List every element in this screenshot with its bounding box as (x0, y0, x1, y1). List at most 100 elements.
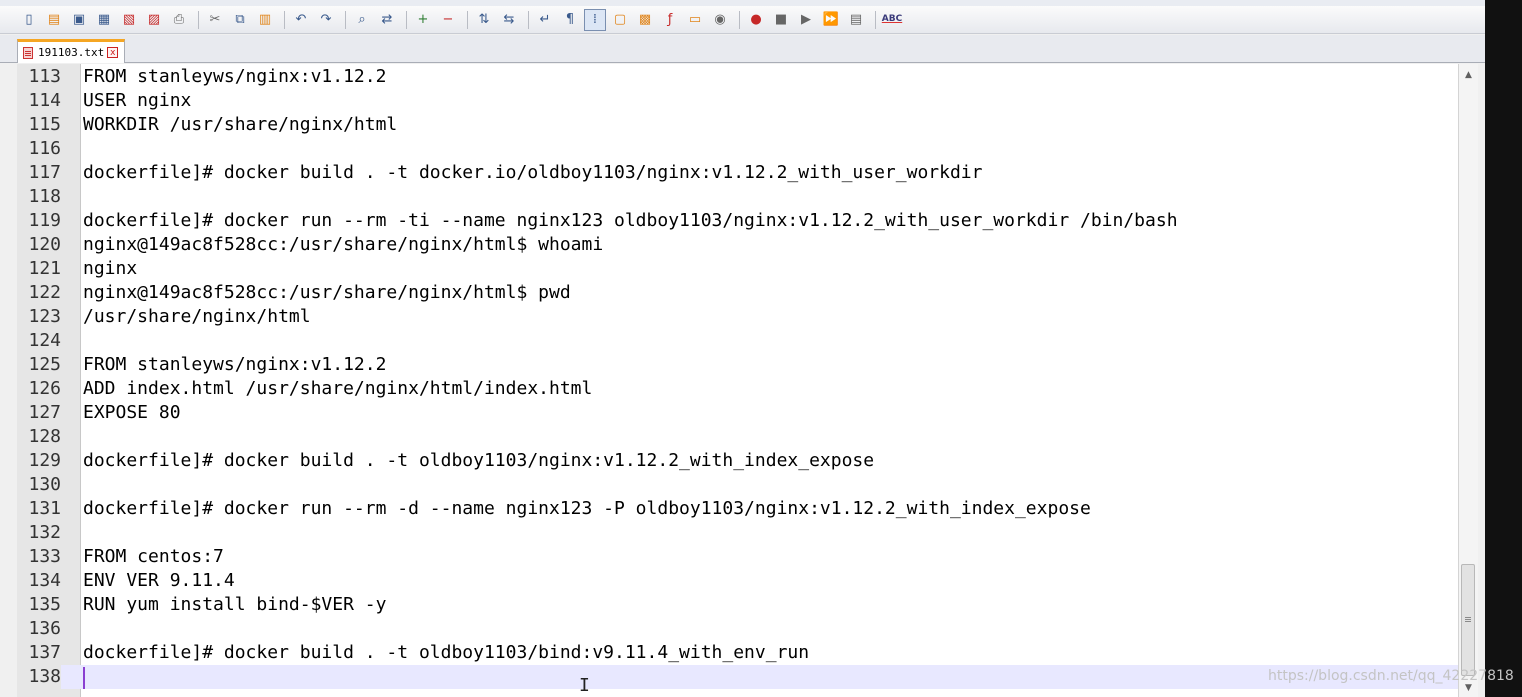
line-number: 116 (17, 137, 61, 161)
doc-map-icon[interactable]: ▩ (634, 9, 656, 31)
editor-line[interactable]: 132 (17, 521, 1458, 545)
line-text: dockerfile]# docker run --rm -d --name n… (83, 498, 1091, 519)
zoom-out-icon[interactable]: − (437, 9, 459, 31)
line-text: /usr/share/nginx/html (83, 306, 311, 327)
print-icon[interactable]: ⎙ (168, 9, 190, 31)
line-number: 125 (17, 353, 61, 377)
mouse-ibeam-cursor-icon: I (579, 675, 590, 696)
spell-check-icon[interactable]: ABC (881, 9, 903, 31)
line-text: USER nginx (83, 90, 192, 111)
line-text: RUN yum install bind-$VER -y (83, 594, 387, 615)
tab-close-icon[interactable]: x (107, 47, 119, 58)
editor-line[interactable]: 135 RUN yum install bind-$VER -y (17, 593, 1458, 617)
save-icon[interactable]: ▣ (68, 9, 90, 31)
editor-line[interactable]: 113 FROM stanleyws/nginx:v1.12.2 (17, 65, 1458, 89)
editor-line[interactable]: 114 USER nginx (17, 89, 1458, 113)
line-number: 132 (17, 521, 61, 545)
word-wrap-icon[interactable]: ↵ (534, 9, 556, 31)
line-number: 122 (17, 281, 61, 305)
line-number: 127 (17, 401, 61, 425)
editor-line[interactable]: 134 ENV VER 9.11.4 (17, 569, 1458, 593)
sync-horizontal-icon[interactable]: ⇆ (498, 9, 520, 31)
editor-line[interactable]: 138 (17, 665, 1458, 689)
play-macro-icon[interactable]: ▶ (795, 9, 817, 31)
replace-icon[interactable]: ⇄ (376, 9, 398, 31)
open-file-icon[interactable]: ▤ (43, 9, 65, 31)
editor-line[interactable]: 119 dockerfile]# docker run --rm -ti --na… (17, 209, 1458, 233)
line-number: 119 (17, 209, 61, 233)
save-all-icon[interactable]: ▦ (93, 9, 115, 31)
line-number: 131 (17, 497, 61, 521)
line-text: dockerfile]# docker build . -t oldboy110… (83, 642, 810, 663)
function-list-icon[interactable]: ƒ (659, 9, 681, 31)
editor-line[interactable]: 124 (17, 329, 1458, 353)
line-text: dockerfile]# docker run --rm -ti --name … (83, 210, 1178, 231)
editor-line[interactable]: 137 dockerfile]# docker build . -t oldboy… (17, 641, 1458, 665)
line-number: 134 (17, 569, 61, 593)
stop-macro-icon[interactable]: ■ (770, 9, 792, 31)
editor-line[interactable]: 118 (17, 185, 1458, 209)
editor-line[interactable]: 121 nginx (17, 257, 1458, 281)
editor-line[interactable]: 125 FROM stanleyws/nginx:v1.12.2 (17, 353, 1458, 377)
editor-line[interactable]: 133 FROM centos:7 (17, 545, 1458, 569)
close-all-icon[interactable]: ▨ (143, 9, 165, 31)
desktop-edge (1485, 0, 1522, 697)
line-text: nginx@149ac8f528cc:/usr/share/nginx/html… (83, 234, 604, 255)
new-file-icon[interactable]: ▯ (18, 9, 40, 31)
tab-191103-txt[interactable]: 191103.txt x (17, 39, 125, 63)
vertical-scrollbar[interactable]: ▲ ▼ (1458, 64, 1478, 697)
editor-line[interactable]: 126 ADD index.html /usr/share/nginx/html/… (17, 377, 1458, 401)
monitor-icon[interactable]: ◉ (709, 9, 731, 31)
record-macro-icon[interactable]: ● (745, 9, 767, 31)
line-number: 114 (17, 89, 61, 113)
text-caret (83, 667, 85, 689)
copy-icon[interactable]: ⧉ (229, 9, 251, 31)
indent-guide-icon[interactable]: ⁞ (584, 8, 606, 31)
editor-line[interactable]: 131 dockerfile]# docker run --rm -d --nam… (17, 497, 1458, 521)
scrollbar-grip-icon (1465, 617, 1471, 618)
save-macro-icon[interactable]: ▤ (845, 9, 867, 31)
tab-bar: 191103.txt x (0, 35, 1485, 63)
unsaved-file-icon (23, 46, 33, 59)
text-editor[interactable]: 113 FROM stanleyws/nginx:v1.12.2 114 USER n… (17, 64, 1458, 697)
line-number: 129 (17, 449, 61, 473)
line-text: nginx@149ac8f528cc:/usr/share/nginx/html… (83, 282, 571, 303)
cut-icon[interactable]: ✂ (204, 9, 226, 31)
redo-icon[interactable]: ↷ (315, 9, 337, 31)
toolbar-separator (875, 10, 876, 29)
line-text: nginx (83, 258, 138, 279)
find-icon[interactable]: ⌕ (351, 9, 373, 31)
paste-icon[interactable]: ▥ (254, 9, 276, 31)
editor-line[interactable]: 117 dockerfile]# docker build . -t docker… (17, 161, 1458, 185)
editor-lines: 113 FROM stanleyws/nginx:v1.12.2 114 USER n… (17, 65, 1458, 689)
zoom-in-icon[interactable]: + (412, 9, 434, 31)
editor-line[interactable]: 129 dockerfile]# docker build . -t oldboy… (17, 449, 1458, 473)
udl-icon[interactable]: ▢ (609, 9, 631, 31)
editor-line[interactable]: 128 (17, 425, 1458, 449)
line-number: 130 (17, 473, 61, 497)
editor-line[interactable]: 127 EXPOSE 80 (17, 401, 1458, 425)
run-macro-multiple-icon[interactable]: ⏩ (820, 9, 842, 31)
editor-line[interactable]: 116 (17, 137, 1458, 161)
undo-icon[interactable]: ↶ (290, 9, 312, 31)
line-number: 123 (17, 305, 61, 329)
editor-line[interactable]: 130 (17, 473, 1458, 497)
line-text: ENV VER 9.11.4 (83, 570, 235, 591)
line-number: 137 (17, 641, 61, 665)
editor-line[interactable]: 123/usr/share/nginx/html (17, 305, 1458, 329)
editor-line[interactable]: 122 nginx@149ac8f528cc:/usr/share/nginx/h… (17, 281, 1458, 305)
editor-line[interactable]: 120 nginx@149ac8f528cc:/usr/share/nginx/h… (17, 233, 1458, 257)
sync-vertical-icon[interactable]: ⇅ (473, 9, 495, 31)
folder-workspace-icon[interactable]: ▭ (684, 9, 706, 31)
scroll-up-arrow-icon[interactable]: ▲ (1459, 66, 1478, 84)
show-all-chars-icon[interactable]: ¶ (559, 9, 581, 31)
editor-line[interactable]: 115 WORKDIR /usr/share/nginx/html (17, 113, 1458, 137)
line-text: WORKDIR /usr/share/nginx/html (83, 114, 398, 135)
editor-line[interactable]: 136 (17, 617, 1458, 641)
line-text: ADD index.html /usr/share/nginx/html/ind… (83, 378, 593, 399)
scrollbar-thumb[interactable] (1461, 564, 1475, 676)
line-text: EXPOSE 80 (83, 402, 181, 423)
close-icon[interactable]: ▧ (118, 9, 140, 31)
notepad-window: ▯ ▤ ▣ ▦ ▧ ▨ ⎙ ✂ ⧉ ▥ ↶ ↷ ⌕ ⇄ + − ⇅ ⇆ ↵ ¶ … (0, 0, 1485, 697)
line-text: FROM centos:7 (83, 546, 224, 567)
